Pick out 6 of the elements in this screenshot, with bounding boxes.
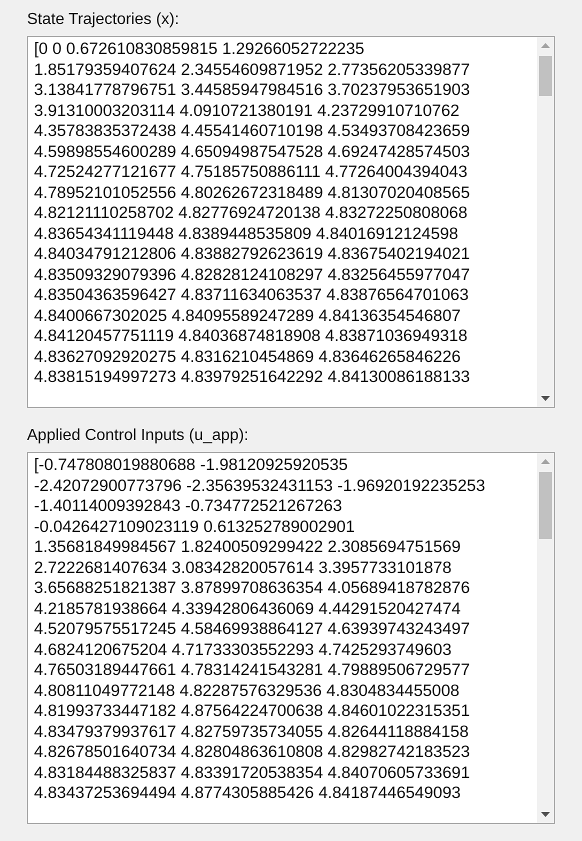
scrollbar-thumb[interactable] (539, 56, 552, 96)
output-text-area[interactable]: [0 0 0.672610830859815 1.29266052722235 1.85179359407624 2.34554609871952 2.77356205339877 3.13841778796751 3.44585947984516 3.70237953651903 3.91310003203114 4.0910721380191 4.23729910710762 4.35783835372438 4.45541460710198 4.53493708423659 4.59898554600289 4.65094987547528 4.69247428574503 4.72524277121677 4.75185750886111 4.77264004394043 4.78952101052556 4.80262672318489 4.81307020408565 4.82121110258702 4.82776924720138 4.83272250808068 4.83654341119448 4.8389448535809 4.84016912124598 4.84034791212806 4.83882792623619 4.83675402194021 4.83509329079396 4.82828124108297 4.83256455977047 4.83504363596427 4.83711634063537 4.83876564701063 4.8400667302025 4.84095589247289 4.84136354546807 4.84120457751119 4.84036874818908 4.83871036949318 4.83627092920275 4.8316210454869 4.83646265846226 4.83815194997273 4.83979251642292 4.84130086188133 (27, 36, 555, 408)
field-label: Applied Control Inputs (u_app): (27, 426, 248, 446)
output-text-area[interactable]: [-0.747808019880688 -1.98120925920535 -2.42072900773796 -2.35639532431153 -1.96920192235253 -1.40114009392843 -0.734772521267263 -0.0426427109023119 0.613252789002901 1.35681849984567 1.82400509299422 2.3085694751569 2.7222681407634 3.08342820057614 3.3957733101878 3.65688251821387 3.87899708636354 4.05689418782876 4.2185781938664 4.33942806436069 4.44291520427474 4.52079575517245 4.58469938864127 4.63939743243497 4.6824120675204 4.71733303552293 4.7425293749603 4.76503189447661 4.78314241543281 4.79889506729577 4.80811049772148 4.82287576329536 4.8304834455008 4.81993733447182 4.87564224700638 4.84601022315351 4.83479379937617 4.82759735734055 4.82644118884158 4.82678501640734 4.82804863610808 4.82982742183523 4.83184488325837 4.83391720538354 4.84070605733691 4.83437253694494 4.8774305885426 4.84187446549093 (27, 452, 555, 824)
field-label: State Trajectories (x): (27, 10, 180, 30)
scrollbar-thumb[interactable] (539, 472, 552, 539)
